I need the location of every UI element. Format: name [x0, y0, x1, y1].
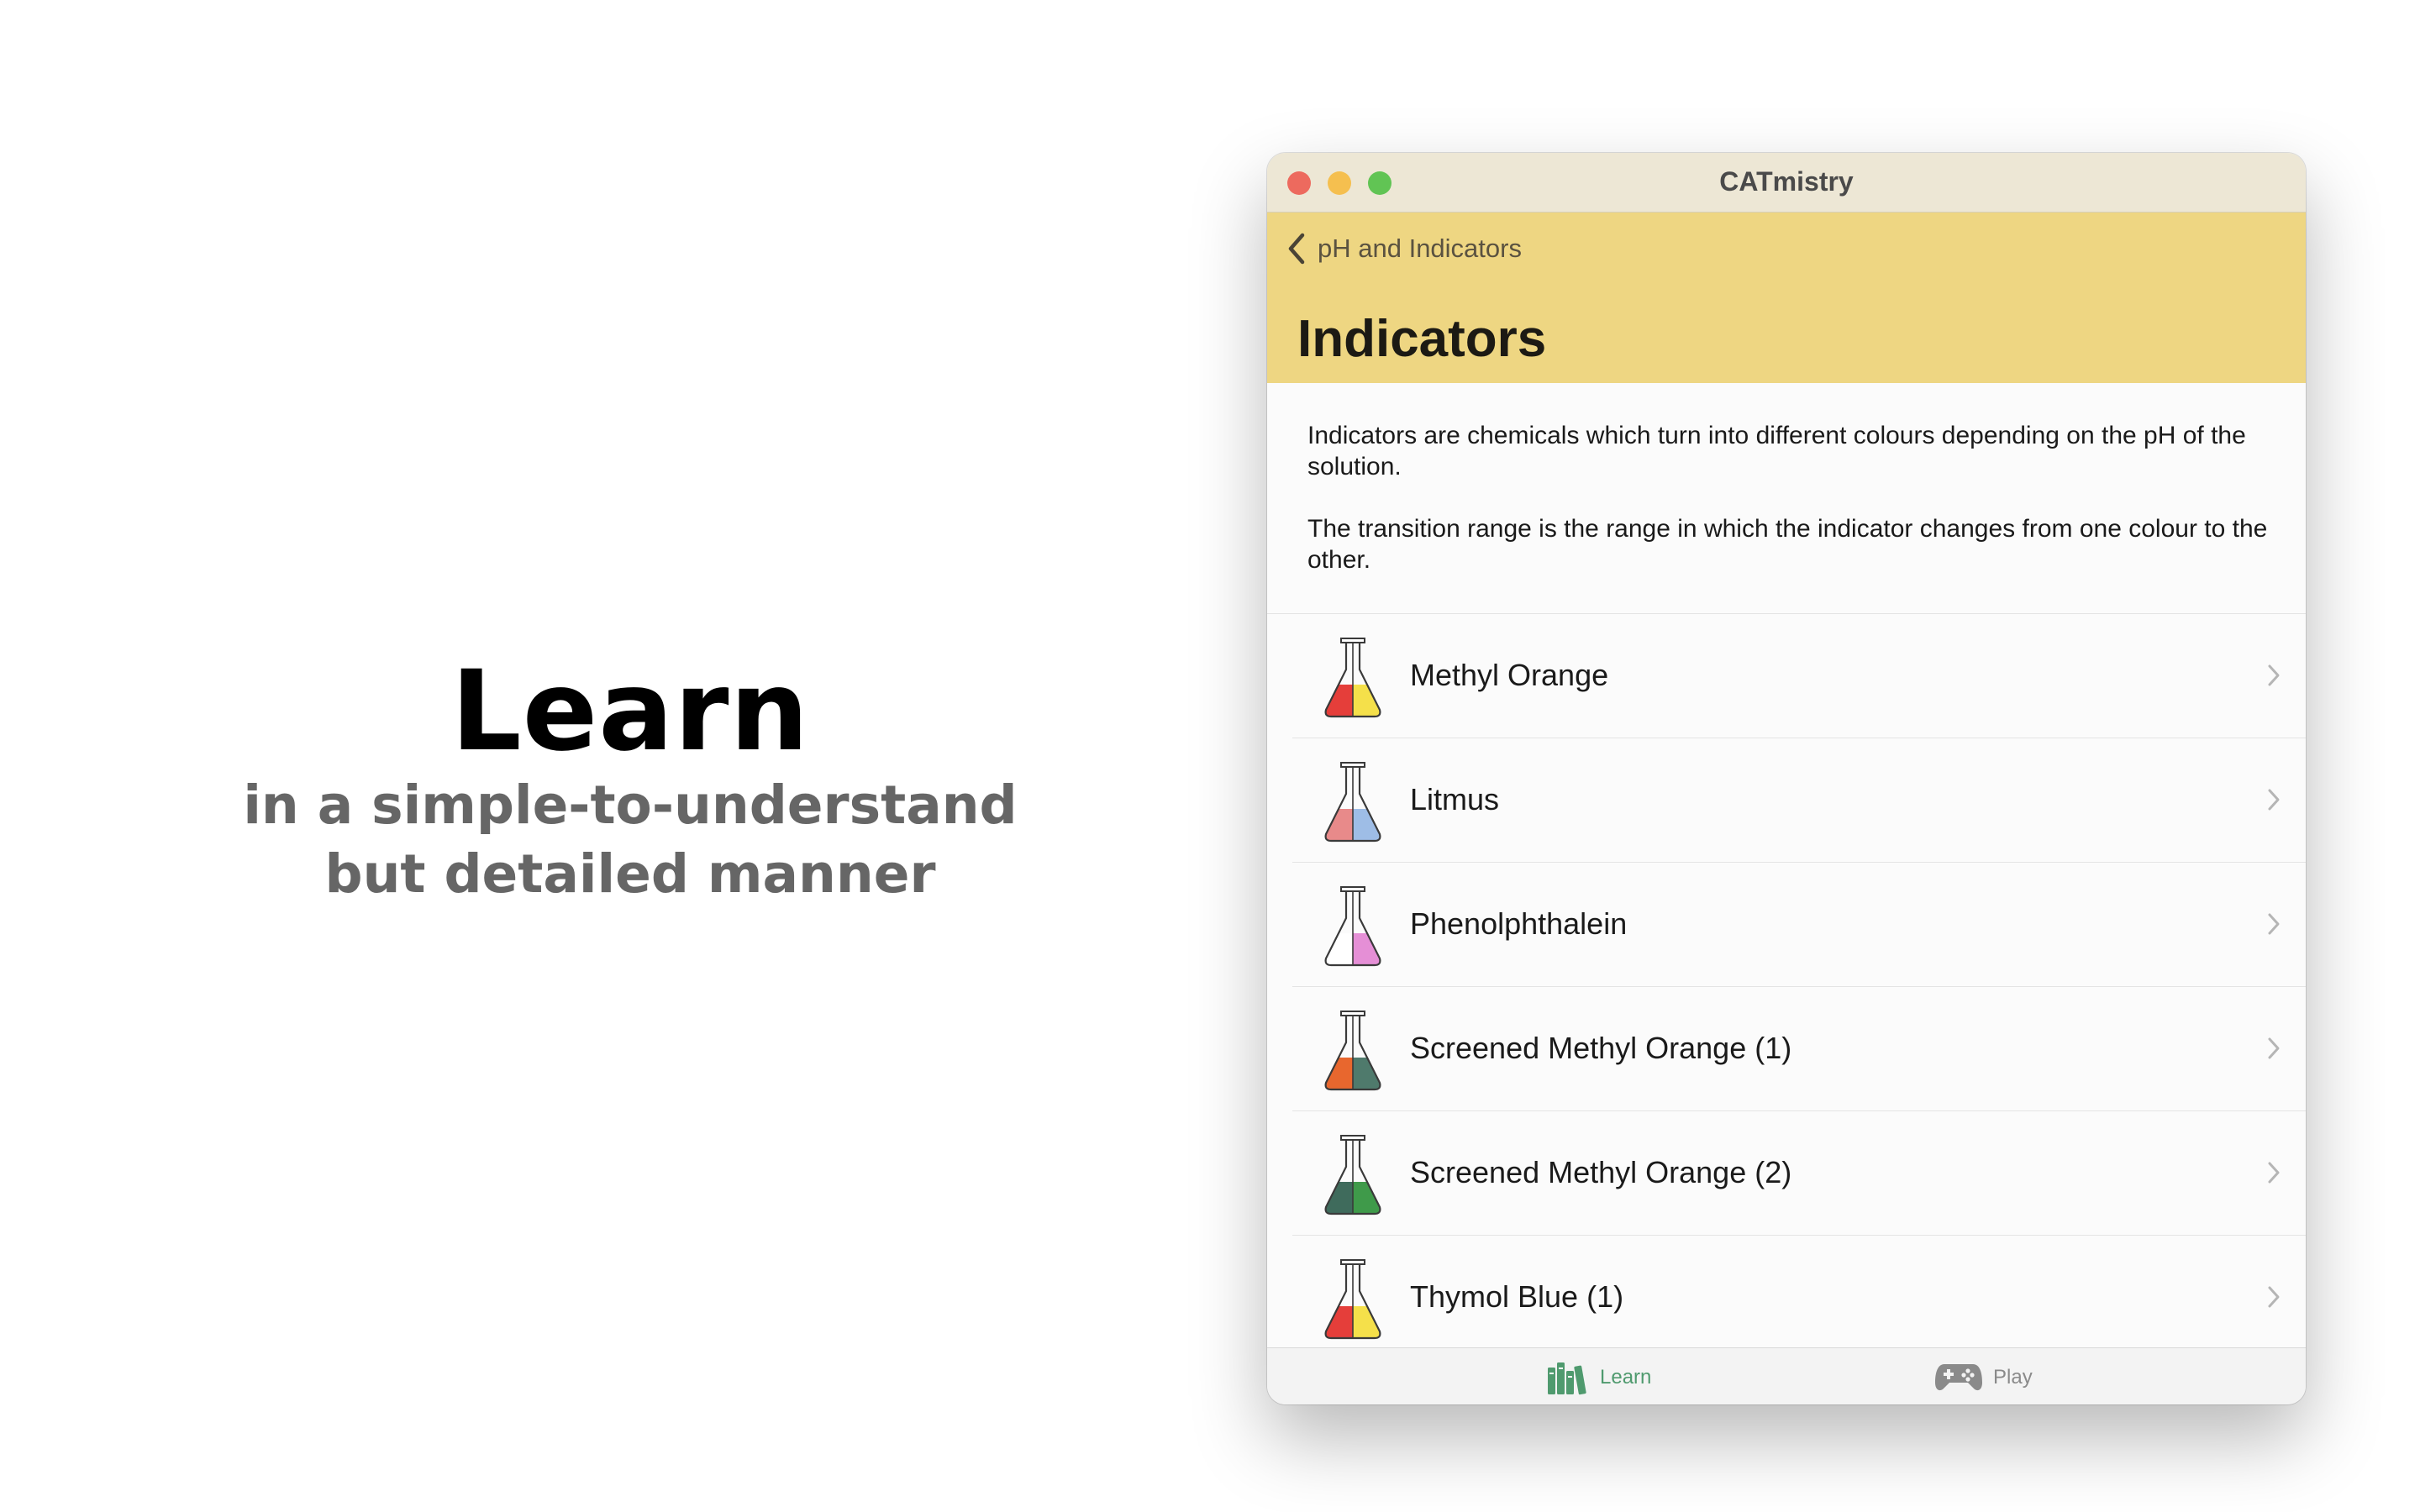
content-scroll-area[interactable]: Indicators are chemicals which turn into…	[1267, 383, 2306, 1347]
promo-title: Learn	[450, 647, 810, 776]
title-bar: CATmistry	[1267, 153, 2306, 213]
back-button-label: pH and Indicators	[1318, 234, 1522, 263]
tab-bar: Learn Play	[1267, 1347, 2306, 1404]
list-item-label: Methyl Orange	[1410, 658, 1609, 692]
chevron-right-icon	[2268, 1286, 2280, 1308]
tab-play-label: Play	[1993, 1366, 2033, 1389]
list-item[interactable]: Phenolphthalein	[1292, 863, 2306, 987]
list-item-label: Thymol Blue (1)	[1410, 1279, 1624, 1314]
promo-subtitle: in a simple-to-understand but detailed m…	[0, 771, 1260, 909]
chevron-right-icon	[2268, 789, 2280, 811]
tab-learn[interactable]: Learn	[1546, 1357, 1651, 1399]
chevron-right-icon	[2268, 664, 2280, 686]
list-item[interactable]: Screened Methyl Orange (1)	[1292, 987, 2306, 1111]
promo-subtitle-line2: but detailed manner	[324, 843, 936, 905]
chevron-right-icon	[2268, 1162, 2280, 1184]
list-item-label: Screened Methyl Orange (1)	[1410, 1031, 1792, 1065]
list-item[interactable]: Thymol Blue (1)	[1292, 1236, 2306, 1347]
chevron-right-icon	[2268, 913, 2280, 935]
flask-icon	[1324, 762, 1381, 843]
flask-icon	[1324, 1259, 1381, 1340]
flask-icon	[1324, 638, 1381, 718]
indicator-list: Methyl Orange Litmus Phenolphthalein Scr…	[1267, 613, 2306, 1347]
description-paragraph: Indicators are chemicals which turn into…	[1307, 422, 2246, 480]
list-item-label: Litmus	[1410, 782, 1500, 816]
tab-play[interactable]: Play	[1934, 1357, 2033, 1399]
flask-icon	[1324, 1011, 1381, 1091]
flask-icon	[1324, 1135, 1381, 1215]
list-item[interactable]: Methyl Orange	[1292, 614, 2306, 738]
flask-icon	[1324, 886, 1381, 967]
game-controller-icon	[1935, 1364, 1982, 1391]
description-paragraph: The transition range is the range in whi…	[1307, 515, 2268, 574]
chevron-right-icon	[2268, 1037, 2280, 1059]
tab-learn-label: Learn	[1600, 1366, 1652, 1389]
promo-subtitle-line1: in a simple-to-understand	[243, 774, 1018, 836]
window-title: CATmistry	[1719, 166, 1854, 197]
navigation-bar: pH and Indicators Indicators	[1267, 213, 2306, 383]
list-item[interactable]: Screened Methyl Orange (2)	[1292, 1111, 2306, 1236]
page-title: Indicators	[1297, 310, 1547, 368]
list-item-label: Screened Methyl Orange (2)	[1410, 1155, 1792, 1189]
list-item-label: Phenolphthalein	[1410, 906, 1628, 941]
description: Indicators are chemicals which turn into…	[1307, 420, 2274, 606]
books-icon	[1548, 1362, 1586, 1395]
back-button[interactable]: pH and Indicators	[1286, 228, 1522, 270]
chevron-left-icon	[1288, 233, 1305, 265]
app-window: CATmistry pH and Indicators Indicators I…	[1267, 153, 2306, 1404]
promo-panel: Learn in a simple-to-understand but deta…	[0, 0, 1260, 1512]
list-item[interactable]: Litmus	[1292, 738, 2306, 863]
